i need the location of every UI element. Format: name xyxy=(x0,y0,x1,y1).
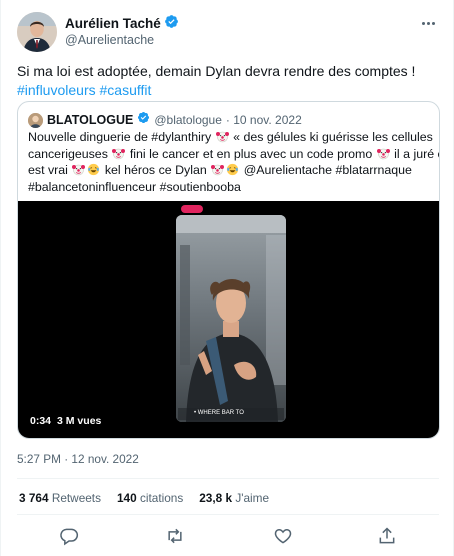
quotes-label: citations xyxy=(139,491,184,505)
divider xyxy=(17,478,439,479)
quotes-count: 140 xyxy=(117,491,137,505)
quoted-header: BLATOLOGUE @blatologue · 10 nov. 2022 xyxy=(28,111,302,129)
quoted-text-segment: est vrai xyxy=(28,163,68,177)
quoted-text-segment: kel héros ce Dylan xyxy=(104,163,207,177)
more-icon[interactable] xyxy=(417,14,439,32)
video-frame: • WHERE BAR TO xyxy=(176,215,286,422)
quoted-author-handle[interactable]: @blatologue xyxy=(154,113,222,127)
retweets-stat[interactable]: 3 764 Retweets xyxy=(19,491,101,505)
author-name[interactable]: Aurélien Taché xyxy=(65,16,161,31)
likes-label: J'aime xyxy=(235,491,270,505)
retweets-count: 3 764 xyxy=(19,491,49,505)
verified-badge-icon xyxy=(164,14,179,34)
tweet-text: Si ma loi est adoptée, demain Dylan devr… xyxy=(17,62,437,100)
clown-emoji-icon xyxy=(376,147,390,160)
quoted-author-name[interactable]: BLATOLOGUE xyxy=(47,113,133,127)
retweet-icon[interactable] xyxy=(165,526,185,546)
quoted-text-segment: #balancetoninfluenceur #soutienbooba xyxy=(28,179,241,194)
hashtag-influvoleurs[interactable]: #influvoleurs xyxy=(17,82,96,98)
clown-emoji-icon xyxy=(112,147,126,160)
reply-icon[interactable] xyxy=(59,526,79,546)
tweet-text-line: Si ma loi est adoptée, demain Dylan devr… xyxy=(17,63,416,79)
video-player[interactable]: • WHERE BAR TO 0:34 3 M vues xyxy=(18,201,439,438)
divider xyxy=(17,514,439,515)
video-caption: • WHERE BAR TO xyxy=(194,410,244,416)
quoted-text-segment: fini le cancer et en plus avec un code p… xyxy=(129,146,373,161)
laughing-emoji-icon xyxy=(87,163,100,176)
share-icon[interactable] xyxy=(377,526,397,546)
clown-emoji-icon xyxy=(215,130,229,143)
author-avatar[interactable] xyxy=(17,12,57,52)
tweet-actions xyxy=(17,526,439,548)
quoted-date: · 10 nov. 2022 xyxy=(225,113,302,127)
video-info: 0:34 3 M vues xyxy=(30,415,101,427)
quotes-stat[interactable]: 140 citations xyxy=(117,491,183,505)
author-handle[interactable]: @Aurelientache xyxy=(65,33,179,47)
quoted-text-segment: @Aurelientache #blatarrnaque xyxy=(243,163,412,177)
likes-count: 23,8 k xyxy=(199,491,233,505)
video-duration: 0:34 xyxy=(30,415,52,427)
quoted-text-segment: Nouvelle dinguerie de #dylanthiry xyxy=(28,130,212,144)
quoted-text: Nouvelle dinguerie de #dylanthiry « des … xyxy=(28,129,439,195)
tweet-stats: 3 764 Retweets 140 citations 23,8 k J'ai… xyxy=(19,491,269,505)
retweets-label: Retweets xyxy=(51,491,101,505)
tweet-timestamp[interactable]: 5:27 PM · 12 nov. 2022 xyxy=(17,452,139,466)
record-indicator xyxy=(181,205,203,213)
quoted-tweet[interactable]: BLATOLOGUE @blatologue · 10 nov. 2022 No… xyxy=(17,101,440,439)
author-info: Aurélien Taché @Aurelientache xyxy=(65,14,179,47)
quoted-text-segment: il a juré c xyxy=(394,146,440,161)
verified-badge-icon xyxy=(137,111,150,129)
like-icon[interactable] xyxy=(273,526,293,546)
clown-emoji-icon xyxy=(211,163,225,176)
quoted-text-segment: cancerigeuses xyxy=(28,146,108,161)
quoted-avatar[interactable] xyxy=(28,112,43,128)
tweet-card: Aurélien Taché @Aurelientache Si ma loi … xyxy=(0,0,454,556)
likes-stat[interactable]: 23,8 k J'aime xyxy=(199,491,269,505)
quoted-text-segment: « des gélules ki guérisse les cellules xyxy=(233,130,433,144)
video-views: 3 M vues xyxy=(57,415,102,427)
hashtag-casuffit[interactable]: #casuffit xyxy=(100,82,152,98)
tweet-header: Aurélien Taché @Aurelientache xyxy=(17,12,439,52)
laughing-emoji-icon xyxy=(226,163,239,176)
clown-emoji-icon xyxy=(72,163,86,176)
